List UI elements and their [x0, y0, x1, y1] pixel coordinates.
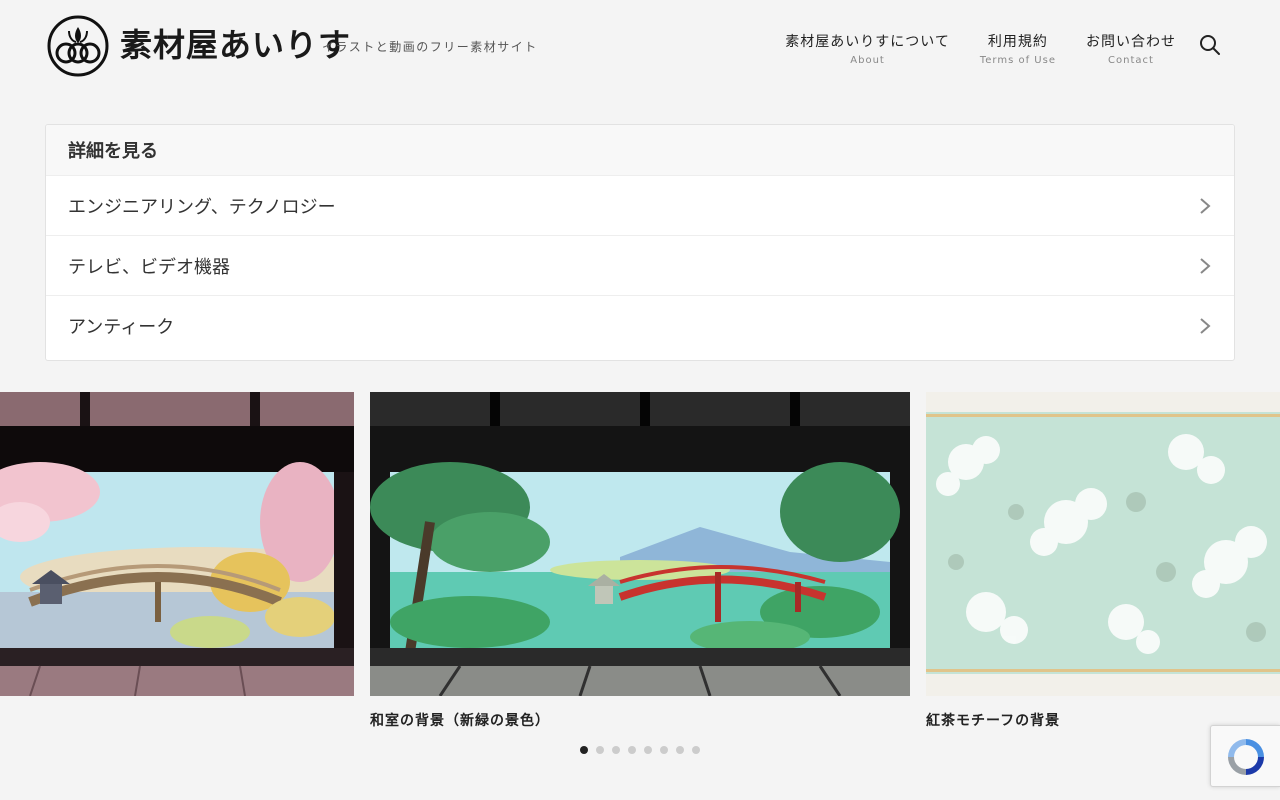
slide-image — [0, 392, 354, 696]
slider-dot[interactable] — [628, 746, 636, 754]
chevron-right-icon — [1200, 257, 1211, 274]
slider-dot[interactable] — [644, 746, 652, 754]
chevron-right-icon — [1200, 197, 1211, 214]
slider-dot[interactable] — [612, 746, 620, 754]
main-nav: 素材屋あいりすについて About 利用規約 Terms of Use お問い合… — [785, 31, 1176, 66]
panel-link-label: エンジニアリング、テクノロジー — [68, 196, 336, 218]
nav-item-label: お問い合わせ — [1086, 34, 1176, 50]
slide-sakura[interactable] — [0, 392, 354, 732]
panel-link-engineering[interactable]: エンジニアリング、テクノロジー — [46, 175, 1234, 235]
slide-caption: 紅茶モチーフの背景 — [926, 713, 1061, 729]
search-icon[interactable] — [1198, 33, 1222, 57]
nav-item-terms[interactable]: 利用規約 Terms of Use — [980, 31, 1056, 66]
slide-caption: 和室の背景（新緑の景色） — [370, 713, 550, 729]
panel-title: 詳細を見る — [68, 141, 158, 162]
slider-dot[interactable] — [692, 746, 700, 754]
nav-item-label: 素材屋あいりすについて — [785, 34, 950, 50]
nav-item-label: 利用規約 — [987, 34, 1048, 50]
slide-image — [370, 392, 910, 696]
site-header: 素材屋あいりす イラストと動画のフリー素材サイト 素材屋あいりすについて Abo… — [0, 0, 1280, 95]
featured-slider: 和室の背景（新緑の景色） 紅茶モチーフの背景 — [0, 392, 1280, 772]
site-logo-text[interactable]: 素材屋あいりす — [120, 20, 351, 66]
slider-dot[interactable] — [596, 746, 604, 754]
slider-pagination — [580, 746, 700, 754]
panel-link-label: アンティーク — [68, 316, 175, 338]
nav-item-about[interactable]: 素材屋あいりすについて About — [785, 31, 950, 66]
nav-item-contact[interactable]: お問い合わせ Contact — [1086, 31, 1176, 66]
details-panel: 詳細を見る エンジニアリング、テクノロジー テレビ、ビデオ機器 アンティーク — [45, 124, 1235, 361]
logo-mark-icon[interactable] — [47, 15, 109, 77]
slider-dot[interactable] — [580, 746, 588, 754]
site-tagline: イラストと動画のフリー素材サイト — [322, 40, 538, 54]
panel-link-label: テレビ、ビデオ機器 — [68, 256, 230, 278]
slide-shinryoku[interactable]: 和室の背景（新緑の景色） — [370, 392, 910, 732]
nav-item-sublabel: Terms of Use — [979, 55, 1056, 66]
chevron-right-icon — [1200, 317, 1211, 334]
slider-dot[interactable] — [660, 746, 668, 754]
nav-item-sublabel: Contact — [1108, 55, 1154, 66]
slide-tea-motif[interactable]: 紅茶モチーフの背景 — [926, 392, 1280, 732]
slider-dot[interactable] — [676, 746, 684, 754]
panel-link-antique[interactable]: アンティーク — [46, 295, 1234, 355]
slide-image — [926, 392, 1280, 696]
nav-item-sublabel: About — [850, 55, 885, 66]
panel-link-tv-video[interactable]: テレビ、ビデオ機器 — [46, 235, 1234, 295]
recaptcha-icon — [1228, 739, 1264, 775]
panel-header: 詳細を見る — [46, 125, 1234, 175]
recaptcha-badge[interactable] — [1210, 725, 1280, 787]
